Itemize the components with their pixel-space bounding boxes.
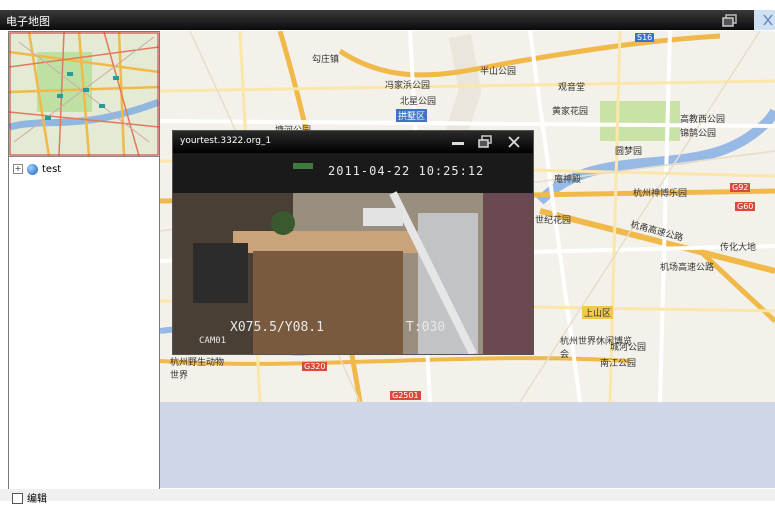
status-bar bbox=[0, 489, 775, 501]
video-timestamp: 2011-04-22 10:25:12 bbox=[328, 164, 485, 178]
camera-feed: 2011-04-22 10:25:12 X075.5/Y08.1 T:030 C… bbox=[173, 153, 533, 354]
map-label: 黄家花园 bbox=[552, 107, 589, 117]
map-label: 北星公园 bbox=[400, 97, 437, 107]
close-icon[interactable] bbox=[507, 135, 521, 149]
window-title: 电子地图 bbox=[6, 15, 50, 28]
road-shield: S16 bbox=[635, 33, 655, 42]
map-label: 拱墅区 bbox=[396, 109, 428, 122]
video-timecode: T:030 bbox=[406, 320, 446, 335]
tree-node-label[interactable]: test bbox=[42, 164, 61, 175]
expand-icon[interactable]: + bbox=[13, 164, 23, 174]
camera-name: CAM01 bbox=[199, 336, 227, 346]
tree-node-root[interactable]: + test bbox=[13, 162, 61, 176]
map-label: 半山公园 bbox=[480, 67, 517, 77]
map-label: 南江公园 bbox=[600, 359, 637, 369]
globe-icon bbox=[27, 163, 38, 175]
map-label: 机场高速公路 bbox=[660, 263, 715, 273]
map-label: 传化大地 bbox=[720, 243, 757, 253]
map-label: 上山区 bbox=[582, 306, 614, 319]
minimap-graphic bbox=[9, 32, 159, 156]
overview-minimap[interactable] bbox=[9, 32, 159, 157]
road-shield: G60 bbox=[735, 202, 756, 211]
map-label: 观音堂 bbox=[558, 83, 586, 93]
close-button[interactable] bbox=[754, 10, 775, 30]
video-titlebar[interactable]: yourtest.3322.org_1 bbox=[173, 131, 533, 153]
map-label: 冯家浜公园 bbox=[385, 81, 431, 91]
map-label: 杭州神博乐园 bbox=[633, 189, 688, 199]
restore-icon[interactable] bbox=[478, 135, 492, 149]
road-shield: G2501 bbox=[390, 391, 421, 400]
map-label: 杭州野生动物世界 bbox=[170, 358, 225, 381]
video-title: yourtest.3322.org_1 bbox=[180, 136, 272, 146]
restore-icon[interactable] bbox=[722, 14, 738, 27]
map-label: 勾庄镇 bbox=[312, 55, 340, 65]
minimize-icon[interactable] bbox=[451, 135, 465, 149]
video-coords: X075.5/Y08.1 bbox=[230, 320, 324, 335]
video-window[interactable]: yourtest.3322.org_1 2011-04-22 10:25:12 … bbox=[172, 130, 534, 355]
edit-checkbox-label: 编辑 bbox=[27, 494, 47, 505]
map-label: 锦鹄公园 bbox=[680, 129, 717, 139]
road-shield: G320 bbox=[302, 362, 328, 371]
map-label: 圆梦园 bbox=[615, 147, 643, 157]
left-panel: + test bbox=[8, 31, 160, 492]
camera-scene bbox=[173, 153, 533, 354]
edit-checkbox[interactable] bbox=[12, 493, 23, 504]
map-label: 高教西公园 bbox=[680, 115, 726, 125]
map-label: 城河公园 bbox=[610, 343, 647, 353]
road-shield: G92 bbox=[730, 183, 751, 192]
window-titlebar: 电子地图 bbox=[0, 10, 775, 30]
close-icon bbox=[763, 14, 773, 26]
map-empty-area bbox=[160, 402, 775, 488]
map-label: 世纪花园 bbox=[535, 216, 572, 226]
map-label: 庵神殿 bbox=[554, 175, 582, 185]
